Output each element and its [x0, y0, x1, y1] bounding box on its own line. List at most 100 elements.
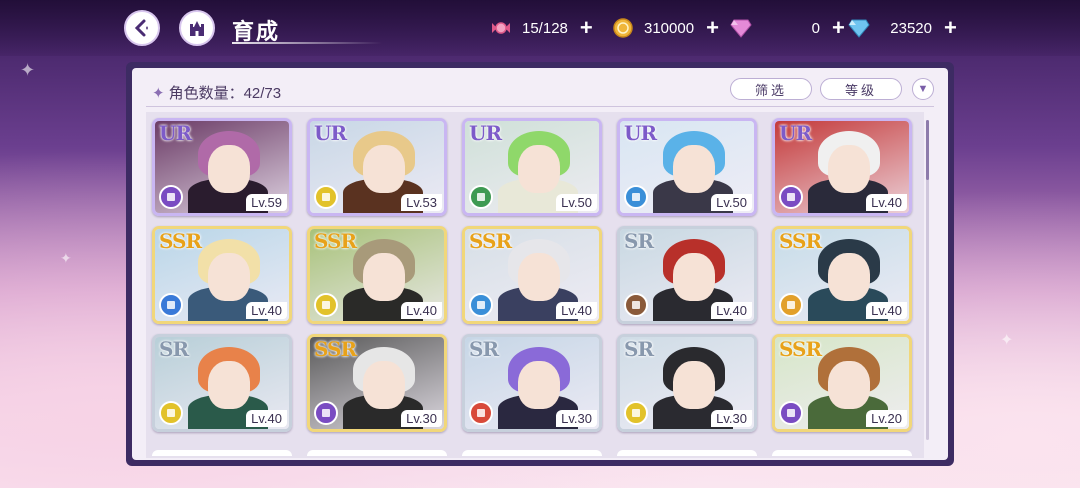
- level-label: Lv.30: [711, 410, 752, 427]
- character-card[interactable]: SSR Lv.30: [307, 334, 447, 432]
- character-face: [363, 361, 405, 409]
- level-label: Lv.50: [711, 194, 752, 211]
- level-label: Lv.40: [246, 410, 287, 427]
- level-sort-button[interactable]: 等级: [820, 78, 902, 100]
- level-label: Lv.40: [866, 302, 907, 319]
- next-row-card-peek[interactable]: [152, 450, 292, 456]
- attribute-icon: [159, 185, 183, 209]
- character-face: [208, 253, 250, 301]
- coin-resource: 310000 +: [612, 16, 719, 40]
- attribute-icon: [469, 293, 493, 317]
- attribute-icon: [469, 185, 493, 209]
- character-face: [363, 145, 405, 193]
- character-card[interactable]: SR Lv.30: [617, 334, 757, 432]
- next-row-card-peek[interactable]: [772, 450, 912, 456]
- attribute-icon: [159, 293, 183, 317]
- candy-count: 15/128: [522, 19, 568, 37]
- home-button[interactable]: [179, 10, 215, 46]
- next-row-card-peek[interactable]: [617, 450, 757, 456]
- pink-gem-resource: 0 +: [730, 16, 845, 40]
- sparkle-icon: ✦: [152, 85, 165, 102]
- character-face: [518, 145, 560, 193]
- character-card[interactable]: UR Lv.40: [772, 118, 912, 216]
- character-card[interactable]: SR Lv.40: [617, 226, 757, 324]
- character-card[interactable]: SR Lv.40: [152, 334, 292, 432]
- rarity-badge: UR: [159, 121, 192, 145]
- attribute-icon: [779, 293, 803, 317]
- character-face: [828, 145, 870, 193]
- level-label: Lv.59: [246, 194, 287, 211]
- next-row-card-peek[interactable]: [307, 450, 447, 456]
- rarity-badge: SSR: [469, 229, 512, 253]
- filter-button[interactable]: 筛选: [730, 78, 812, 100]
- rarity-badge: UR: [469, 121, 502, 145]
- level-label: Lv.40: [556, 302, 597, 319]
- blue-gem-count: 23520: [890, 19, 932, 37]
- rarity-badge: SSR: [779, 337, 822, 361]
- rarity-badge: SR: [469, 337, 499, 361]
- attribute-icon: [159, 401, 183, 425]
- add-coin-button[interactable]: +: [706, 17, 719, 39]
- rarity-badge: SSR: [314, 229, 357, 253]
- character-count: ✦ 角色数量：42/73: [152, 82, 281, 103]
- add-candy-button[interactable]: +: [580, 17, 593, 39]
- attribute-icon: [779, 185, 803, 209]
- candy-resource: 15/128 +: [490, 16, 593, 40]
- back-arrow-icon: [134, 19, 148, 37]
- level-label: Lv.40: [866, 194, 907, 211]
- character-card[interactable]: SSR Lv.40: [152, 226, 292, 324]
- header-divider: [146, 106, 934, 107]
- sort-order-button[interactable]: ▼: [912, 78, 934, 100]
- character-count-text: 角色数量：42/73: [168, 85, 282, 102]
- character-face: [518, 253, 560, 301]
- rarity-badge: SR: [159, 337, 189, 361]
- character-card[interactable]: SSR Lv.40: [307, 226, 447, 324]
- character-card[interactable]: UR Lv.50: [462, 118, 602, 216]
- attribute-icon: [314, 185, 338, 209]
- level-label: Lv.40: [401, 302, 442, 319]
- character-grid[interactable]: UR Lv.59 UR Lv.53 UR Lv.50 UR Lv.50 UR Lv.40 SSR Lv…: [146, 112, 924, 458]
- character-card[interactable]: UR Lv.53: [307, 118, 447, 216]
- character-face: [673, 361, 715, 409]
- rarity-badge: SR: [624, 229, 654, 253]
- rarity-badge: SSR: [779, 229, 822, 253]
- character-face: [673, 253, 715, 301]
- character-panel-inner: ✦ 角色数量：42/73 筛选 等级 ▼ UR Lv.59 UR Lv.53 UR Lv.5…: [132, 68, 948, 460]
- blue-diamond-icon: [848, 17, 870, 39]
- triangle-down-icon: ▼: [917, 83, 929, 95]
- castle-icon: [190, 21, 204, 36]
- attribute-icon: [469, 401, 493, 425]
- level-label: Lv.30: [556, 410, 597, 427]
- character-face: [208, 361, 250, 409]
- rarity-badge: UR: [779, 121, 812, 145]
- level-label: Lv.40: [246, 302, 287, 319]
- blue-gem-resource: 23520 +: [848, 16, 957, 40]
- attribute-icon: [624, 293, 648, 317]
- candy-icon: [490, 17, 512, 39]
- attribute-icon: [314, 293, 338, 317]
- next-row-card-peek[interactable]: [462, 450, 602, 456]
- character-face: [673, 145, 715, 193]
- add-pink-gem-button[interactable]: +: [832, 17, 845, 39]
- character-card[interactable]: SSR Lv.40: [462, 226, 602, 324]
- back-button[interactable]: [124, 10, 160, 46]
- character-panel: ✦ 角色数量：42/73 筛选 等级 ▼ UR Lv.59 UR Lv.53 UR Lv.5…: [126, 62, 954, 466]
- pink-diamond-icon: [730, 17, 752, 39]
- character-card[interactable]: UR Lv.59: [152, 118, 292, 216]
- attribute-icon: [779, 401, 803, 425]
- level-label: Lv.50: [556, 194, 597, 211]
- character-card[interactable]: SSR Lv.20: [772, 334, 912, 432]
- coin-count: 310000: [644, 19, 695, 37]
- character-card[interactable]: SSR Lv.40: [772, 226, 912, 324]
- rarity-badge: SSR: [314, 337, 357, 361]
- rarity-badge: SR: [624, 337, 654, 361]
- title-underline: [232, 42, 382, 44]
- character-card[interactable]: UR Lv.50: [617, 118, 757, 216]
- level-label: Lv.53: [401, 194, 442, 211]
- character-card[interactable]: SR Lv.30: [462, 334, 602, 432]
- scrollbar-thumb[interactable]: [926, 120, 929, 180]
- sparkle-decoration: ✦: [60, 250, 72, 266]
- level-label: Lv.30: [401, 410, 442, 427]
- add-blue-gem-button[interactable]: +: [944, 17, 957, 39]
- attribute-icon: [624, 185, 648, 209]
